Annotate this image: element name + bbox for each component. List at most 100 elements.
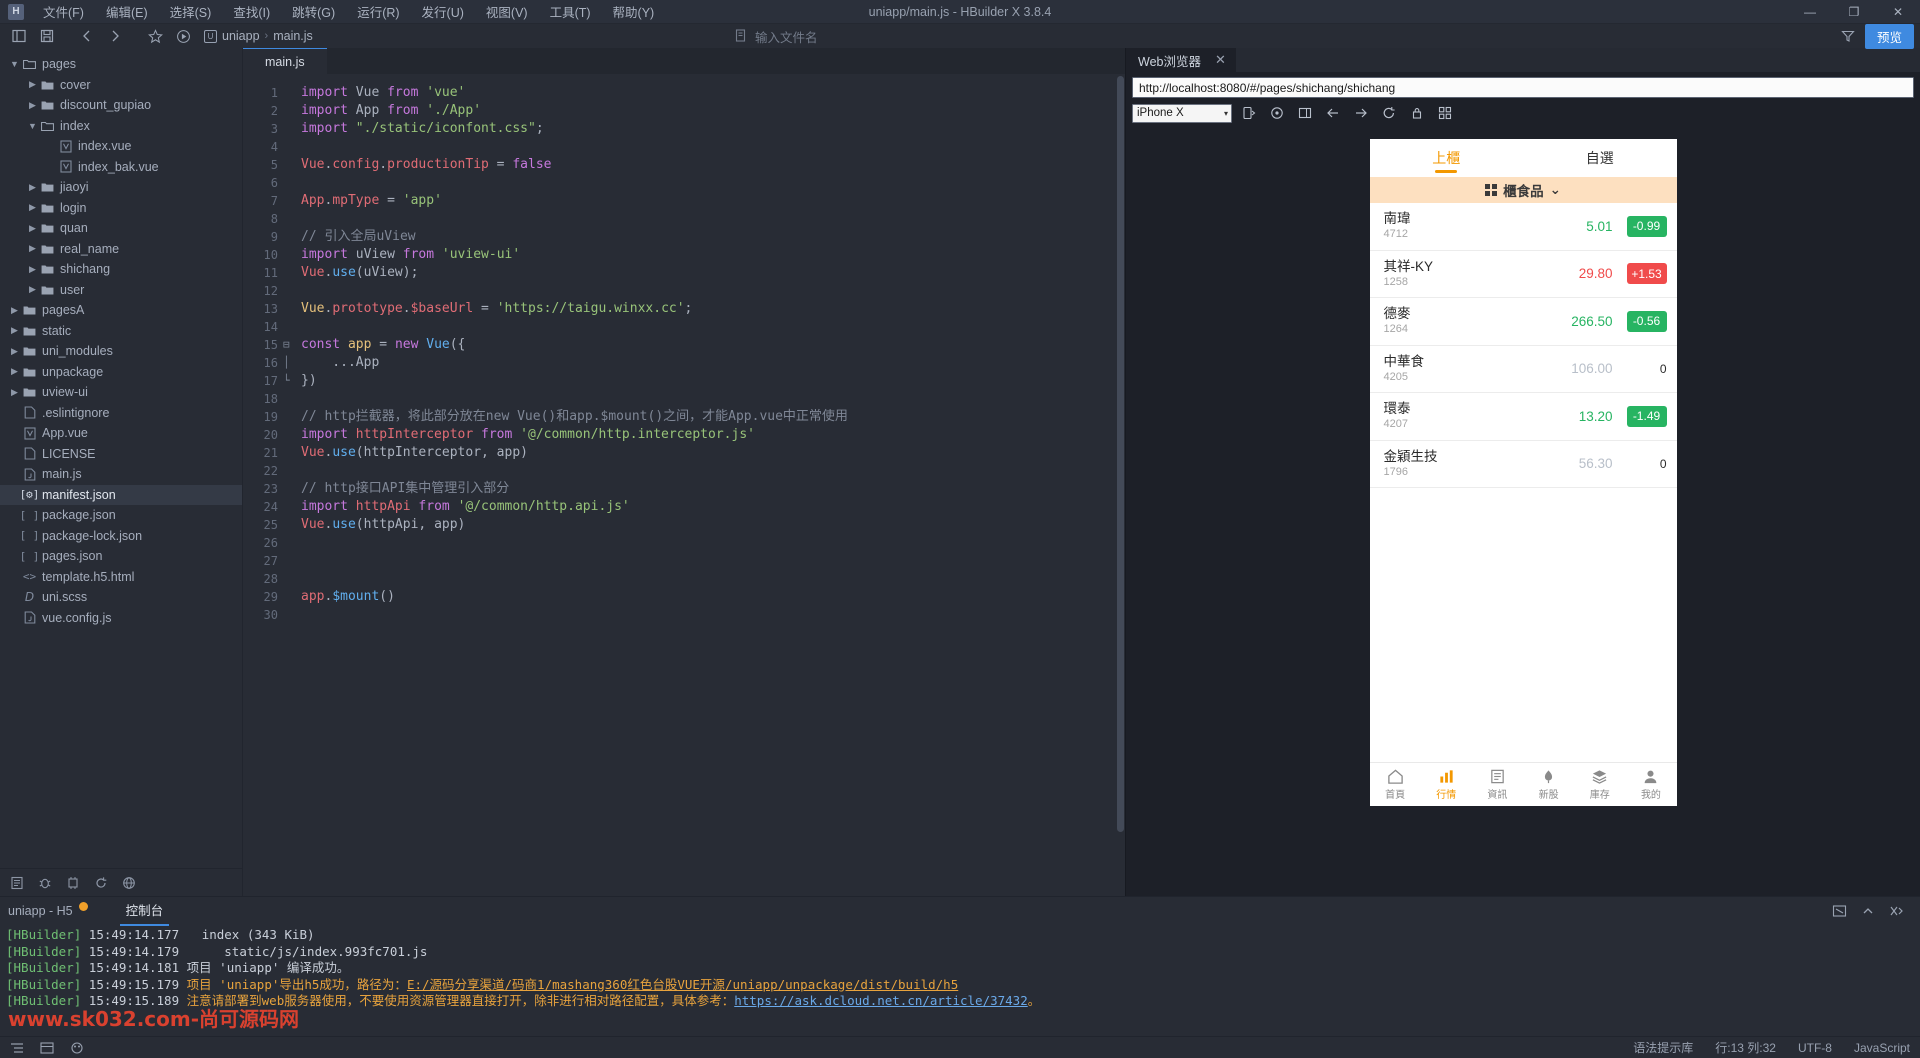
close-icon[interactable]: ✕	[1215, 52, 1226, 68]
reload-icon[interactable]	[1378, 103, 1400, 123]
tree-item-index-bak-vue[interactable]: ▶index_bak.vue	[0, 157, 242, 178]
forward-icon[interactable]	[1350, 103, 1372, 123]
run-icon[interactable]	[170, 25, 196, 47]
bottom-tab-2[interactable]: 資訊	[1472, 763, 1523, 806]
market-tab-bar[interactable]: 上櫃 自選	[1369, 139, 1677, 177]
file-search-area[interactable]: 输入文件名	[735, 27, 818, 46]
menu-item-3[interactable]: 查找(I)	[222, 0, 281, 24]
tree-item-shichang[interactable]: ▶ shichang	[0, 259, 242, 280]
toggle-sidebar-icon[interactable]	[6, 25, 32, 47]
tab-console[interactable]: 控制台	[119, 896, 170, 926]
tree-item-app-vue[interactable]: ▶App.vue	[0, 423, 242, 444]
bottom-tab-3[interactable]: 新股	[1523, 763, 1574, 806]
tree-item-pagesa[interactable]: ▶ pagesA	[0, 300, 242, 321]
outline-icon[interactable]	[10, 1042, 24, 1054]
save-icon[interactable]	[34, 25, 60, 47]
tree-item-pages[interactable]: ▼ pages	[0, 54, 242, 75]
fold-marker[interactable]: └	[283, 372, 295, 390]
tree-item-static[interactable]: ▶ static	[0, 321, 242, 342]
market-tab-0[interactable]: 上櫃	[1370, 139, 1524, 177]
breadcrumb-project[interactable]: uniapp	[222, 29, 260, 43]
device-select[interactable]: iPhone X ▾	[1132, 103, 1232, 123]
chevron-right-icon[interactable]: ▶	[26, 100, 39, 111]
bottom-tab-4[interactable]: 庫存	[1574, 763, 1625, 806]
tree-item-index[interactable]: ▼ index	[0, 116, 242, 137]
tree-item-uview-ui[interactable]: ▶ uview-ui	[0, 382, 242, 403]
globe-icon[interactable]	[122, 876, 136, 890]
tree-item-login[interactable]: ▶ login	[0, 198, 242, 219]
chevron-right-icon[interactable]: ▶	[26, 284, 39, 295]
stock-row[interactable]: 其祥-KY 1258 29.80 +1.53	[1369, 251, 1677, 298]
collapse-panel-icon[interactable]	[1861, 904, 1875, 918]
extension-icon[interactable]	[66, 876, 80, 890]
chevron-right-icon[interactable]: ▶	[26, 223, 39, 234]
stock-row[interactable]: 金穎生技 1796 56.30 0	[1369, 441, 1677, 488]
chevron-right-icon[interactable]: ▶	[26, 264, 39, 275]
tree-item-template-h5-html[interactable]: ▶<>template.h5.html	[0, 567, 242, 588]
clear-console-icon[interactable]	[1832, 904, 1847, 918]
debug-icon[interactable]	[38, 876, 52, 890]
refresh-icon[interactable]	[94, 876, 108, 890]
lock-icon[interactable]	[1406, 103, 1428, 123]
preview-button[interactable]: 预览	[1864, 23, 1914, 49]
tree-item--eslintignore[interactable]: ▶.eslintignore	[0, 403, 242, 424]
preview-tab-browser[interactable]: Web浏览器 ✕	[1126, 48, 1236, 72]
fold-marker[interactable]: ⊟	[283, 336, 295, 354]
syntax-hint-label[interactable]: 语法提示库	[1633, 1039, 1693, 1056]
stock-row[interactable]: 南瑋 4712 5.01 -0.99	[1369, 203, 1677, 251]
chevron-right-icon[interactable]: ▶	[26, 79, 39, 90]
code-fold-column[interactable]: ⊟ │ └	[283, 74, 295, 896]
tree-item-uni-scss[interactable]: ▶𝘋uni.scss	[0, 587, 242, 608]
menu-item-1[interactable]: 编辑(E)	[95, 0, 159, 24]
bottom-tab-1[interactable]: 行情	[1421, 763, 1472, 806]
back-icon[interactable]	[1322, 103, 1344, 123]
minimize-button[interactable]: —	[1788, 0, 1832, 24]
url-input[interactable]: http://localhost:8080/#/pages/shichang/s…	[1132, 77, 1914, 98]
devtools-icon[interactable]	[1294, 103, 1316, 123]
bottom-tab-5[interactable]: 我的	[1625, 763, 1676, 806]
menu-item-8[interactable]: 工具(T)	[539, 0, 602, 24]
tree-item-pages-json[interactable]: ▶[ ]pages.json	[0, 546, 242, 567]
stock-row[interactable]: 環泰 4207 13.20 -1.49	[1369, 393, 1677, 441]
tree-item-license[interactable]: ▶LICENSE	[0, 444, 242, 465]
tree-item-vue-config-js[interactable]: ▶vue.config.js	[0, 608, 242, 629]
tree-item-jiaoyi[interactable]: ▶ jiaoyi	[0, 177, 242, 198]
tree-item-unpackage[interactable]: ▶ unpackage	[0, 362, 242, 383]
paint-icon[interactable]	[70, 1041, 84, 1054]
chevron-right-icon[interactable]: ▶	[26, 202, 39, 213]
tree-item-index-vue[interactable]: ▶index.vue	[0, 136, 242, 157]
code-area[interactable]: 1 2 3 4 5 6 7 8 9 10 11 12 13 14 15 16 17 18 19 20 21 22 23 24 2…	[243, 74, 1125, 896]
inspect-icon[interactable]	[1266, 103, 1288, 123]
stock-row[interactable]: 中華食 4205 106.00 0	[1369, 346, 1677, 393]
menu-item-6[interactable]: 发行(U)	[411, 0, 475, 24]
menu-item-5[interactable]: 运行(R)	[346, 0, 410, 24]
category-selector[interactable]: 櫃食品 ⌄	[1369, 177, 1677, 203]
maximize-button[interactable]: ❐	[1832, 0, 1876, 24]
close-button[interactable]: ✕	[1876, 0, 1920, 24]
explorer-icon[interactable]	[10, 876, 24, 890]
stock-row[interactable]: 德麥 1264 266.50 -0.56	[1369, 298, 1677, 346]
bottom-tab-bar[interactable]: 首頁 行情 資訊 新股 庫存 我的	[1369, 762, 1677, 806]
console-link[interactable]: https://ask.dcloud.net.cn/article/37432	[734, 993, 1028, 1008]
chevron-right-icon[interactable]: ▶	[8, 366, 21, 377]
menu-item-2[interactable]: 选择(S)	[159, 0, 223, 24]
filename-input-placeholder[interactable]: 输入文件名	[755, 27, 818, 46]
tree-item-manifest-json[interactable]: ▶[⚙]manifest.json	[0, 484, 242, 505]
chevron-down-icon[interactable]: ▼	[8, 59, 21, 69]
tree-item-discount-gupiao[interactable]: ▶ discount_gupiao	[0, 95, 242, 116]
chevron-right-icon[interactable]: ▶	[26, 243, 39, 254]
chevron-right-icon[interactable]: ▶	[8, 305, 21, 316]
filter-icon[interactable]	[1835, 25, 1861, 47]
chevron-right-icon[interactable]: ▶	[8, 346, 21, 357]
market-tab-1[interactable]: 自選	[1523, 139, 1677, 177]
stock-list[interactable]: 南瑋 4712 5.01 -0.99 其祥-KY 1258 29.80 +1.53 德麥 1264…	[1369, 203, 1677, 762]
tree-item-uni-modules[interactable]: ▶ uni_modules	[0, 341, 242, 362]
tree-item-main-js[interactable]: ▶main.js	[0, 464, 242, 485]
chevron-right-icon[interactable]: ▶	[8, 325, 21, 336]
tree-item-cover[interactable]: ▶ cover	[0, 75, 242, 96]
source-code[interactable]: import Vue from 'vue' import App from './…	[295, 74, 1125, 896]
chevron-right-icon[interactable]: ▶	[8, 387, 21, 398]
tree-item-user[interactable]: ▶ user	[0, 280, 242, 301]
menu-item-4[interactable]: 跳转(G)	[281, 0, 346, 24]
close-panel-icon[interactable]	[1889, 904, 1904, 918]
